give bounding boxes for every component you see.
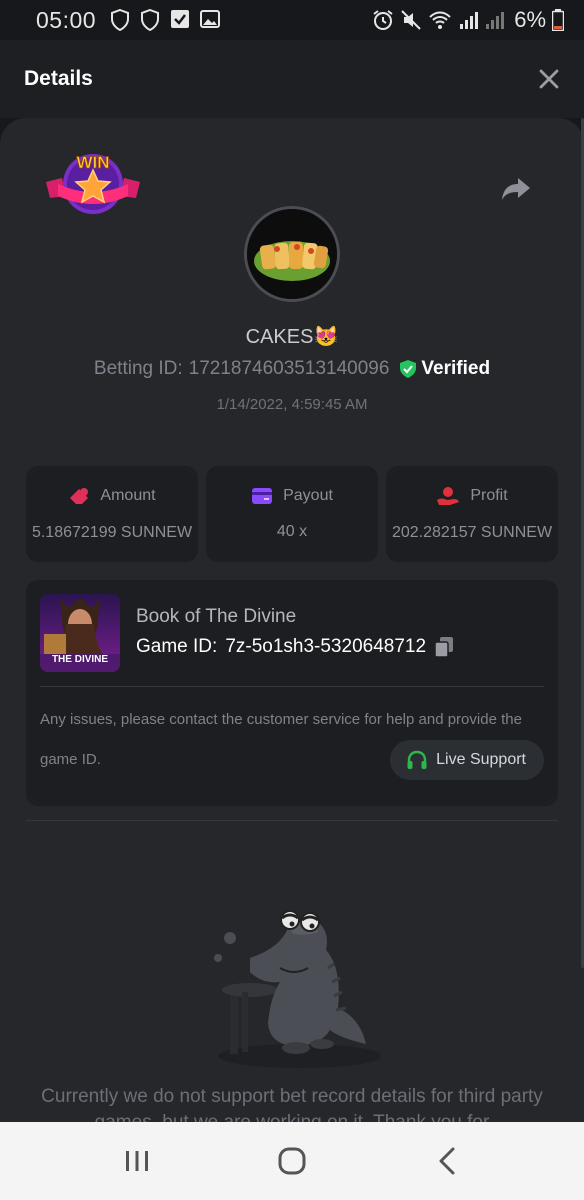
betting-id-label: Betting ID: <box>93 358 183 379</box>
third-party-notice: Currently we do not support bet record d… <box>41 1086 543 1122</box>
wifi-icon <box>429 11 451 29</box>
status-right-icons: 6% <box>372 7 564 33</box>
win-badge-icon: WIN <box>44 148 142 222</box>
stat-payout: Payout 40 x <box>206 466 378 562</box>
page-title: Details <box>24 67 93 90</box>
details-sheet: WIN CAKES😻 Betting ID: 17218746035131400… <box>0 118 584 1122</box>
svg-text:WIN: WIN <box>76 153 109 172</box>
stat-label: Profit <box>470 487 508 504</box>
avatar <box>244 206 340 302</box>
recent-apps-icon <box>126 1151 149 1171</box>
stats-row: Amount 5.18672199 SUNNEW Payout 40 x Pro… <box>26 466 558 562</box>
copy-icon[interactable] <box>434 636 454 658</box>
live-support-label: Live Support <box>436 751 526 768</box>
home-icon <box>278 1147 306 1175</box>
game-name: Book of The Divine <box>136 606 297 627</box>
system-nav-bar <box>0 1122 584 1200</box>
battery-percent: 6% <box>514 7 546 32</box>
image-icon <box>200 10 221 28</box>
stat-profit: Profit 202.282157 SUNNEW <box>386 466 558 562</box>
food-photo-icon <box>247 209 337 299</box>
crocodile-mascot-icon <box>210 898 382 1073</box>
shield-icon <box>141 9 160 31</box>
status-time: 05:00 <box>36 6 97 33</box>
username: CAKES😻 <box>245 326 339 348</box>
amount-icon <box>70 488 89 504</box>
betting-id-row: Betting ID: 1721874603513140096 Verified <box>0 358 584 380</box>
betting-id-value: 1721874603513140096 <box>188 358 390 379</box>
share-icon <box>502 178 530 200</box>
back-button[interactable] <box>417 1136 477 1186</box>
game-thumb-title: THE DIVINE <box>51 654 109 665</box>
share-button[interactable] <box>500 172 532 204</box>
game-thumbnail[interactable]: THE DIVINE <box>40 594 120 672</box>
checkbox-icon <box>171 10 190 28</box>
back-icon <box>439 1147 455 1175</box>
divider <box>40 686 544 687</box>
headset-icon <box>407 750 427 769</box>
alarm-icon <box>373 10 393 30</box>
stat-value: 40 x <box>276 523 308 540</box>
verified-shield-icon <box>400 360 417 378</box>
status-bar: 05:00 6% <box>0 0 584 40</box>
stat-value: 202.282157 SUNNEW <box>391 524 553 541</box>
game-id-value: 7z-5o1sh3-5320648712 <box>225 636 427 657</box>
stat-label: Amount <box>100 487 156 504</box>
divider <box>26 820 558 821</box>
signal-icon <box>460 12 479 29</box>
game-id-row: Game ID: 7z-5o1sh3-5320648712 <box>136 636 454 658</box>
close-icon <box>539 69 559 89</box>
shield-icon <box>111 9 130 31</box>
verified-badge: Verified <box>399 358 490 380</box>
close-button[interactable] <box>538 68 560 90</box>
signal-icon <box>486 12 505 29</box>
home-button[interactable] <box>262 1136 322 1186</box>
verified-label: Verified <box>421 358 491 379</box>
battery-icon <box>552 9 564 31</box>
profit-hand-icon <box>437 487 460 505</box>
stat-label: Payout <box>283 487 333 504</box>
payout-card-icon <box>252 488 273 504</box>
recent-apps-button[interactable] <box>107 1136 167 1186</box>
game-card: THE DIVINE Book of The Divine Game ID: 7… <box>26 580 558 806</box>
game-id-label: Game ID: <box>136 636 218 657</box>
status-left-icons <box>110 9 221 31</box>
details-header: Details <box>0 40 584 118</box>
mute-icon <box>401 10 421 30</box>
bet-timestamp: 1/14/2022, 4:59:45 AM <box>216 396 368 413</box>
stat-value: 5.18672199 SUNNEW <box>31 524 193 541</box>
stat-amount: Amount 5.18672199 SUNNEW <box>26 466 198 562</box>
live-support-button[interactable]: Live Support <box>390 740 544 780</box>
